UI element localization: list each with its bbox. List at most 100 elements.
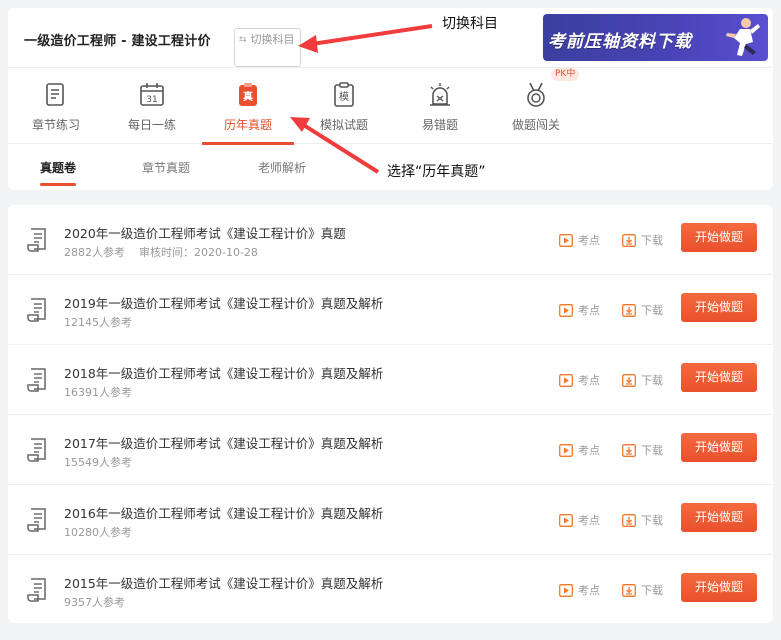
download-label: 下载	[641, 584, 663, 597]
start-practice-button[interactable]: 开始做题	[681, 503, 757, 532]
download-icon	[622, 303, 636, 317]
play-icon	[559, 373, 573, 387]
tab-label: 历年真题	[223, 118, 272, 132]
annotation-select-note: 选择“历年真题”	[387, 164, 486, 180]
calendar-icon: 31	[140, 83, 164, 106]
svg-text:真: 真	[243, 90, 253, 103]
scroll-document-icon	[27, 298, 46, 322]
download-icon	[622, 513, 636, 527]
svg-text:模: 模	[339, 91, 349, 103]
sub-tab-teacher-analysis[interactable]: 老师解析	[258, 159, 306, 176]
tab-chapter-practice[interactable]: 章节练习	[8, 68, 104, 144]
start-practice-button[interactable]: 开始做题	[681, 433, 757, 462]
download-icon	[622, 373, 636, 387]
key-points-link[interactable]: 考点	[559, 582, 600, 598]
download-label: 下载	[641, 444, 663, 457]
play-icon	[559, 513, 573, 527]
running-person-icon	[726, 18, 760, 56]
switch-arrows-icon: ⇆	[239, 35, 247, 45]
play-icon	[559, 443, 573, 457]
switch-subject-button[interactable]: ⇆ 切换科目	[234, 28, 301, 67]
banner-text: 考前压轴资料下载	[548, 32, 692, 52]
annotation-switch-note: 切换科目	[442, 16, 498, 32]
download-label: 下载	[641, 304, 663, 317]
key-points-link[interactable]: 考点	[559, 372, 600, 388]
download-link[interactable]: 下载	[622, 582, 663, 598]
chapter-practice-icon	[46, 83, 64, 106]
download-link[interactable]: 下载	[622, 442, 663, 458]
download-icon	[622, 583, 636, 597]
participant-count: 16391人参考	[64, 386, 132, 399]
key-points-label: 考点	[578, 234, 600, 247]
past-exam-icon: 真	[239, 83, 257, 106]
pk-badge: PK中	[551, 68, 580, 81]
download-link[interactable]: 下载	[622, 232, 663, 248]
exam-title[interactable]: 2017年一级造价工程师考试《建设工程计价》真题及解析	[64, 433, 383, 452]
download-icon	[622, 233, 636, 247]
scroll-document-icon	[27, 368, 46, 392]
download-link[interactable]: 下载	[622, 512, 663, 528]
play-icon	[559, 233, 573, 247]
promo-banner[interactable]: 考前压轴资料下载	[543, 14, 768, 61]
download-label: 下载	[641, 374, 663, 387]
key-points-link[interactable]: 考点	[559, 512, 600, 528]
participant-count: 12145人参考	[64, 316, 132, 329]
list-item[interactable]: 2019年一级造价工程师考试《建设工程计价》真题及解析 12145人参考 考点 …	[8, 275, 773, 345]
header-row: 一级造价工程师 - 建设工程计价 ⇆ 切换科目 考前压轴资料下载	[8, 8, 773, 68]
start-practice-button[interactable]: 开始做题	[681, 223, 757, 252]
alarm-icon	[430, 83, 450, 106]
start-practice-button[interactable]: 开始做题	[681, 363, 757, 392]
exam-title[interactable]: 2018年一级造价工程师考试《建设工程计价》真题及解析	[64, 363, 383, 382]
participant-count: 15549人参考	[64, 456, 132, 469]
tab-label: 每日一练	[127, 118, 176, 132]
list-item[interactable]: 2020年一级造价工程师考试《建设工程计价》真题 2882人参考 审核时间：202…	[8, 205, 773, 275]
participant-count: 9357人参考	[64, 596, 125, 609]
download-link[interactable]: 下载	[622, 302, 663, 318]
participant-count: 10280人参考	[64, 526, 132, 539]
svg-text:31: 31	[146, 95, 157, 105]
key-points-label: 考点	[578, 514, 600, 527]
list-item[interactable]: 2018年一级造价工程师考试《建设工程计价》真题及解析 16391人参考 考点 …	[8, 345, 773, 415]
download-label: 下载	[641, 234, 663, 247]
sub-tab-chapter-exams[interactable]: 章节真题	[142, 159, 190, 176]
medal-icon	[527, 82, 545, 107]
download-link[interactable]: 下载	[622, 372, 663, 388]
tab-label: 做题闯关	[511, 118, 560, 132]
key-points-link[interactable]: 考点	[559, 442, 600, 458]
audit-date: 审核时间：2020-10-28	[139, 246, 258, 259]
exam-title[interactable]: 2020年一级造价工程师考试《建设工程计价》真题	[64, 223, 346, 242]
exam-meta: 2882人参考 审核时间：2020-10-28	[64, 244, 258, 260]
exam-title[interactable]: 2016年一级造价工程师考试《建设工程计价》真题及解析	[64, 503, 383, 522]
key-points-link[interactable]: 考点	[559, 302, 600, 318]
list-item[interactable]: 2015年一级造价工程师考试《建设工程计价》真题及解析 9357人参考 考点 下…	[8, 555, 773, 625]
start-practice-button[interactable]: 开始做题	[681, 573, 757, 602]
tab-past-exams[interactable]: 真 历年真题	[200, 68, 296, 145]
list-item[interactable]: 2016年一级造价工程师考试《建设工程计价》真题及解析 10280人参考 考点 …	[8, 485, 773, 555]
exam-title[interactable]: 2019年一级造价工程师考试《建设工程计价》真题及解析	[64, 293, 383, 312]
download-label: 下载	[641, 514, 663, 527]
scroll-document-icon	[27, 578, 46, 602]
tab-label: 易错题	[421, 118, 458, 132]
play-icon	[559, 303, 573, 317]
scroll-document-icon	[27, 228, 46, 252]
key-points-link[interactable]: 考点	[559, 232, 600, 248]
exam-list: 2020年一级造价工程师考试《建设工程计价》真题 2882人参考 审核时间：202…	[8, 205, 773, 623]
scroll-document-icon	[27, 508, 46, 532]
mock-exam-icon: 模	[334, 82, 354, 107]
tab-daily-practice[interactable]: 31 每日一练	[104, 68, 200, 144]
tab-mock-exams[interactable]: 模 模拟试题	[296, 68, 392, 144]
sub-tab-exam-papers[interactable]: 真题卷	[40, 159, 77, 186]
tab-error-prone[interactable]: 易错题	[392, 68, 488, 144]
exam-title[interactable]: 2015年一级造价工程师考试《建设工程计价》真题及解析	[64, 573, 383, 592]
participant-count: 2882人参考	[64, 246, 125, 259]
category-tabs: 章节练习 31 每日一练 真 历年真题 模 模拟试题 易错题 做题闯关	[8, 68, 773, 145]
subject-title: 一级造价工程师 - 建设工程计价	[24, 34, 211, 49]
play-icon	[559, 583, 573, 597]
tab-label: 模拟试题	[319, 118, 368, 132]
list-item[interactable]: 2017年一级造价工程师考试《建设工程计价》真题及解析 15549人参考 考点 …	[8, 415, 773, 485]
download-icon	[622, 443, 636, 457]
key-points-label: 考点	[578, 584, 600, 597]
key-points-label: 考点	[578, 374, 600, 387]
key-points-label: 考点	[578, 304, 600, 317]
start-practice-button[interactable]: 开始做题	[681, 293, 757, 322]
